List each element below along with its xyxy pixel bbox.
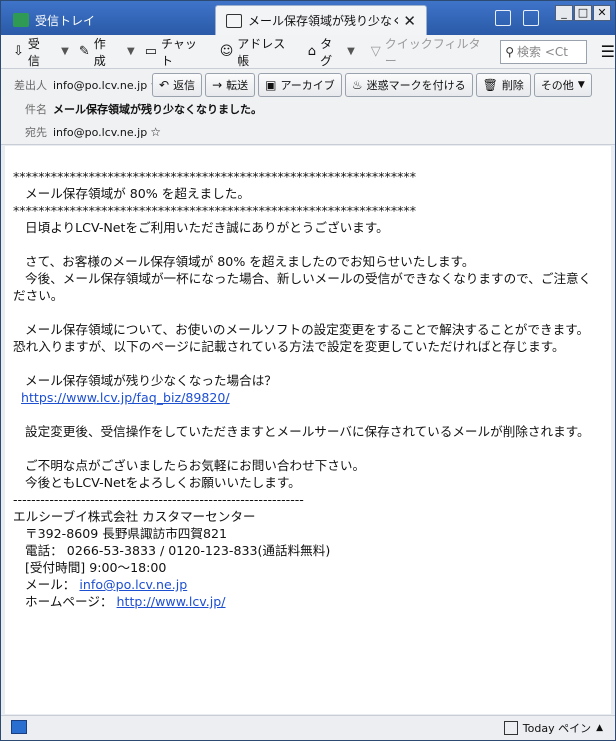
subject-label: 件名 <box>25 103 47 116</box>
pencil-icon: ✎ <box>78 44 90 59</box>
today-pane-label: Today ペイン <box>522 722 592 735</box>
message-body: ****************************************… <box>5 146 611 714</box>
close-window-button[interactable]: ✕ <box>593 5 611 21</box>
calendar-icon <box>503 721 518 735</box>
to-label: 宛先 <box>25 126 47 139</box>
minimize-button[interactable]: _ <box>555 5 573 21</box>
activity-icon[interactable] <box>11 720 27 734</box>
address-book-button[interactable]: ☺ アドレス帳 <box>214 37 302 68</box>
from-row: 差出人 info@po.lcv.ne.jp ☆ <box>1 77 161 93</box>
get-mail-label: 受信 <box>27 36 40 68</box>
headline: メール保存領域が 80% を超えました。 <box>13 186 250 201</box>
signature-divider: ----------------------------------------… <box>13 492 304 507</box>
reply-button[interactable]: ↶ 返信 <box>152 73 203 97</box>
tag-button[interactable]: ⌂ タグ ▼ <box>302 37 365 68</box>
quick-filter-label: クイックフィルター <box>384 36 481 68</box>
maximize-button[interactable]: □ <box>574 5 592 21</box>
inbox-icon <box>13 13 29 27</box>
write-button[interactable]: ✎ 作成 <box>73 37 123 68</box>
company-phone: 電話： 0266-53-3833 / 0120-123-833(通話料無料) <box>13 543 331 558</box>
body-paragraphs-2: 設定変更後、受信操作をしていただきますとメールサーバに保存されているメールが削除… <box>25 424 590 490</box>
tasks-icon[interactable] <box>523 10 539 26</box>
homepage-link[interactable]: http://www.lcv.jp/ <box>117 594 226 609</box>
download-icon: ⇩ <box>13 44 24 59</box>
write-label: 作成 <box>93 36 106 68</box>
faq-link[interactable]: https://www.lcv.jp/faq_biz/89820/ <box>21 390 230 405</box>
status-bar: Today ペイン ▲ <box>1 715 615 740</box>
junk-button[interactable]: ♨ 迷惑マークを付ける <box>344 73 473 97</box>
get-mail-button[interactable]: ⇩ 受信 <box>7 37 57 68</box>
archive-label: アーカイブ <box>280 79 335 92</box>
calendar-icon[interactable] <box>495 10 511 26</box>
star-icon[interactable]: ☆ <box>150 125 161 139</box>
junk-label: 迷惑マークを付ける <box>366 79 466 92</box>
tab-inbox[interactable]: 受信トレイ <box>3 5 215 35</box>
filter-icon: ▽ <box>370 44 381 59</box>
tab-message[interactable]: メール保存領域が残り少なくな ✕ <box>215 5 427 35</box>
today-pane-toggle[interactable]: Today ペイン ▲ <box>503 720 603 736</box>
write-dropdown-icon[interactable]: ▼ <box>127 46 135 57</box>
reply-icon: ↶ <box>159 78 170 92</box>
mail-label: メール： <box>13 577 80 592</box>
person-icon: ☺ <box>219 44 234 59</box>
envelope-icon <box>226 13 242 28</box>
company-address: 〒392-8609 長野県諏訪市四賀821 <box>13 526 228 541</box>
message-actions: ↶ 返信 → 転送 ▣ アーカイブ ♨ 迷惑マークを付ける 🗑 削除 その他 ▼ <box>152 73 592 97</box>
other-label: その他 <box>540 79 574 92</box>
to-row: 宛先 info@po.lcv.ne.jp ☆ <box>1 124 161 140</box>
archive-button[interactable]: ▣ アーカイブ <box>258 73 342 97</box>
tag-dropdown-icon: ▼ <box>347 46 355 57</box>
mail-link[interactable]: info@po.lcv.ne.jp <box>79 577 187 592</box>
delete-label: 削除 <box>501 79 524 92</box>
subject-value: メール保存領域が残り少なくなりました。 <box>53 103 262 116</box>
tag-label: タグ <box>320 36 333 68</box>
tag-icon: ⌂ <box>307 44 317 59</box>
main-toolbar: ⇩ 受信 ▼ ✎ 作成 ▼ ▭ チャット ☺ アドレス帳 ⌂ タグ ▼ ▽ クイ… <box>1 35 615 69</box>
chat-button[interactable]: ▭ チャット <box>139 37 214 68</box>
message-text: ****************************************… <box>13 168 598 610</box>
stars-line-bottom: ****************************************… <box>13 203 416 218</box>
menu-icon[interactable]: ☰ <box>601 42 615 61</box>
tab-inbox-label: 受信トレイ <box>35 13 96 28</box>
company-hours: [受付時間] 9:00～18:00 <box>13 560 167 575</box>
chat-label: チャット <box>161 36 197 68</box>
forward-label: 転送 <box>226 79 249 92</box>
chevron-down-icon: ▼ <box>577 80 585 90</box>
tab-message-label: メール保存領域が残り少なくな <box>248 14 398 28</box>
chevron-up-icon: ▲ <box>596 723 603 733</box>
mail-window: 受信トレイ メール保存領域が残り少なくな ✕ _ □ ✕ ⇩ 受信 ▼ ✎ 作成… <box>0 0 616 741</box>
close-tab-icon[interactable]: ✕ <box>403 12 416 30</box>
search-input[interactable]: ⚲ 検索 <Ct <box>500 39 587 64</box>
body-paragraphs-1: 日頃よりLCV-Netをご利用いただき誠にありがとうございます。 さて、お客様の… <box>13 220 592 388</box>
trash-icon: 🗑 <box>482 78 498 92</box>
chat-icon: ▭ <box>144 44 158 59</box>
flame-icon: ♨ <box>351 78 363 92</box>
stars-line-top: ****************************************… <box>13 169 416 184</box>
reply-label: 返信 <box>173 79 196 92</box>
tab-strip: 受信トレイ メール保存領域が残り少なくな ✕ _ □ ✕ <box>1 1 615 35</box>
delete-button[interactable]: 🗑 削除 <box>475 73 531 97</box>
to-value[interactable]: info@po.lcv.ne.jp <box>53 126 147 139</box>
search-icon: ⚲ <box>505 44 515 59</box>
forward-button[interactable]: → 転送 <box>205 73 256 97</box>
homepage-label: ホームページ： <box>13 594 117 609</box>
company-name: エルシーブイ株式会社 カスタマーセンター <box>13 509 256 524</box>
title-icons <box>495 10 539 26</box>
address-book-label: アドレス帳 <box>237 36 286 68</box>
quick-filter-button[interactable]: ▽ クイックフィルター <box>365 37 496 68</box>
forward-icon: → <box>212 78 223 92</box>
window-controls: _ □ ✕ <box>555 5 611 21</box>
other-actions-button[interactable]: その他 ▼ <box>533 73 592 97</box>
archive-icon: ▣ <box>265 78 277 92</box>
search-placeholder: 検索 <Ct <box>517 45 568 59</box>
from-label: 差出人 <box>14 79 47 92</box>
from-value[interactable]: info@po.lcv.ne.jp <box>53 79 147 92</box>
subject-row: 件名 メール保存領域が残り少なくなりました。 <box>1 101 262 117</box>
get-mail-dropdown-icon[interactable]: ▼ <box>61 46 69 57</box>
